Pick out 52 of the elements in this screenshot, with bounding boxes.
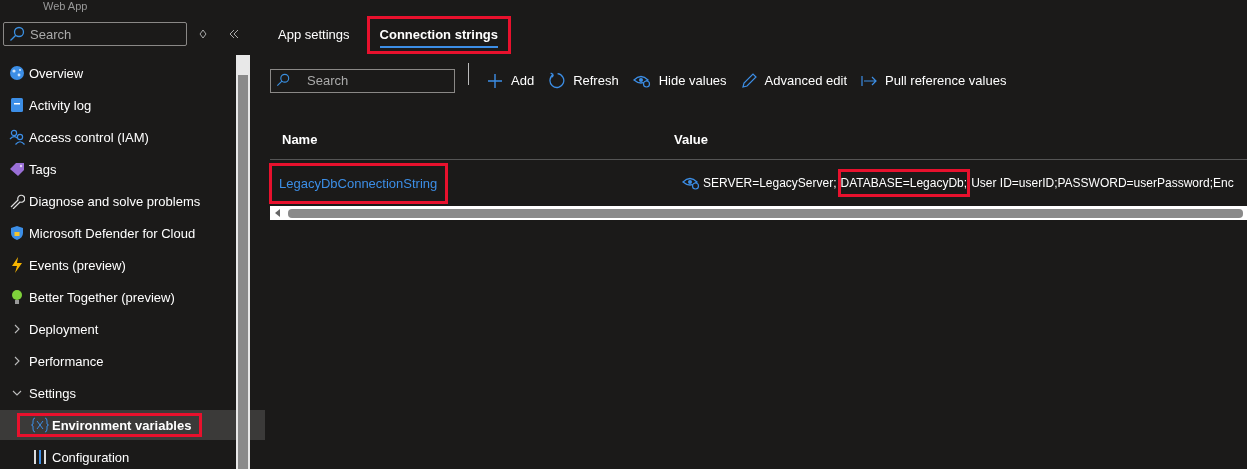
connection-name-link[interactable]: LegacyDbConnectionString: [270, 163, 448, 203]
toolbar-button[interactable]: Pull reference values: [855, 69, 1013, 92]
braces-icon: [31, 417, 49, 433]
wrench-icon: [9, 193, 25, 209]
tag-icon: [9, 161, 25, 177]
search-field[interactable]: Search: [270, 68, 455, 93]
resource-type-text: Web App: [43, 0, 89, 13]
menu-item[interactable]: Tags: [0, 154, 234, 184]
connection-value-text: SERVER=LegacyServer; DATABASE=LegacyDb; User ID=userID;PASSWORD=userPassword;Enc: [703, 169, 1234, 197]
menu-item[interactable]: Microsoft Defender for Cloud: [0, 218, 234, 248]
eye-icon: [632, 73, 651, 88]
globe-icon: [9, 65, 25, 81]
pencil-icon: [740, 72, 757, 89]
tab[interactable]: App settings: [270, 17, 358, 53]
toolbar-button[interactable]: Add: [481, 68, 541, 93]
search-icon: [9, 26, 25, 42]
toolbar-button[interactable]: Refresh: [542, 68, 625, 93]
chevron-icon: [12, 324, 22, 334]
menu-item[interactable]: Events (preview): [0, 250, 234, 280]
search-field[interactable]: Search: [3, 22, 187, 46]
shield-icon: [10, 225, 24, 241]
menu-item[interactable]: Activity log: [0, 90, 234, 120]
menu-group[interactable]: Deployment: [0, 314, 234, 344]
tab[interactable]: Connection strings: [367, 17, 510, 53]
diamond-icon[interactable]: [199, 29, 207, 39]
toolbar-button[interactable]: Hide values: [626, 69, 733, 92]
bulb-icon: [11, 289, 23, 305]
chevron-icon: [12, 388, 22, 398]
menu-item[interactable]: Access control (IAM): [0, 122, 234, 152]
menu-item[interactable]: Better Together (preview): [0, 282, 234, 312]
sliders-icon: [32, 449, 48, 465]
column-header: Name: [281, 131, 319, 147]
collapse-icon[interactable]: [229, 29, 239, 39]
search-icon: [276, 72, 290, 87]
menu-group[interactable]: Performance: [0, 346, 234, 376]
scrollbar[interactable]: [270, 206, 1247, 220]
scrollbar[interactable]: [236, 55, 250, 469]
column-header: Value: [674, 131, 709, 147]
log-icon: [10, 97, 24, 113]
lightning-icon: [11, 257, 23, 273]
arrow-bar-icon: [861, 74, 877, 87]
scroll-left-icon[interactable]: [274, 208, 282, 218]
plus-icon: [487, 72, 503, 89]
menu-item[interactable]: Overview: [0, 58, 234, 88]
people-icon: [8, 129, 26, 145]
chevron-icon: [12, 356, 22, 366]
refresh-icon: [548, 72, 566, 89]
eye-icon[interactable]: [682, 176, 700, 190]
menu-item[interactable]: Configuration: [0, 442, 234, 469]
menu-item[interactable]: Diagnose and solve problems: [0, 186, 234, 216]
menu-group[interactable]: Settings: [0, 378, 234, 408]
toolbar-button[interactable]: Advanced edit: [734, 68, 853, 93]
